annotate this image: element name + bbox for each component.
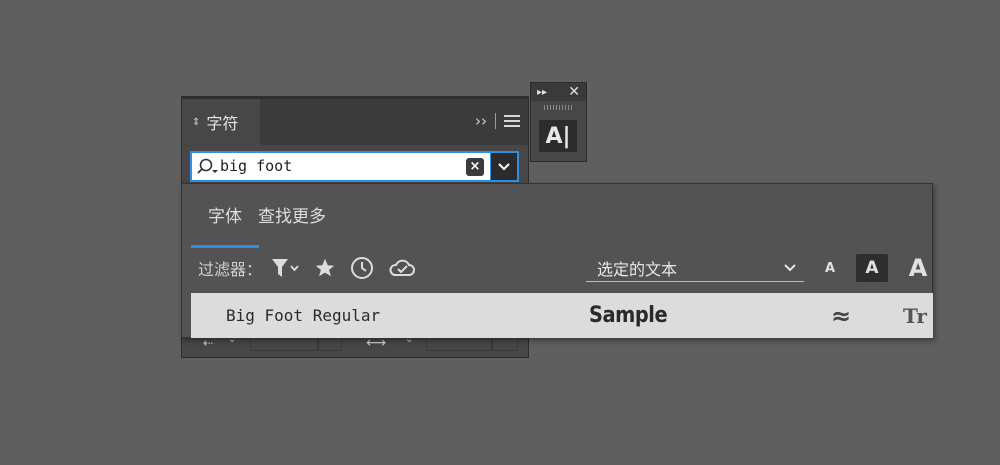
size-large-label: A [908, 254, 928, 282]
character-tool-button[interactable]: A| [539, 120, 577, 152]
similar-fonts-icon[interactable]: ≈ [831, 302, 851, 330]
filter-row: 过滤器： 选定的文本 A A A [198, 254, 927, 282]
tab-fonts[interactable]: 字体 [191, 202, 259, 248]
clock-icon[interactable] [350, 256, 374, 280]
kerning-field[interactable] [250, 338, 318, 351]
hidden-controls-row: ⇠ ⌄ ⟷ ⌄ [198, 334, 518, 352]
tab-find-more[interactable]: 查找更多 [258, 202, 342, 237]
tab-character[interactable]: ⇕ 字符 [182, 99, 260, 145]
kerning-arrow-icon: ⇠ [203, 336, 214, 350]
sample-size-medium-button[interactable]: A [856, 254, 888, 282]
panel-tab-bar: ⇕ 字符 ›› [182, 99, 528, 145]
sort-arrows-icon: ⇕ [192, 116, 201, 128]
chevron-down-icon [784, 263, 796, 271]
cloud-check-icon[interactable] [388, 257, 416, 279]
collapse-icon[interactable]: ▸▸ [537, 87, 547, 98]
chevron-down-icon [498, 162, 510, 170]
font-name: Big Foot Regular [226, 306, 381, 325]
tracking-dropdown[interactable] [492, 338, 518, 351]
kerning-dropdown[interactable] [318, 338, 342, 351]
divider [495, 113, 496, 129]
font-results-dropdown: 字体 查找更多 过滤器： 选定的文本 A A A Big Foot Regula… [181, 183, 933, 338]
search-icon[interactable] [192, 153, 220, 180]
drag-grip[interactable] [543, 105, 574, 110]
preview-select-value: 选定的文本 [597, 259, 678, 279]
sample-size-small-button[interactable]: A [820, 254, 840, 282]
font-search-box: × [190, 151, 492, 182]
clear-search-icon[interactable]: × [466, 157, 484, 176]
size-medium-label: A [865, 258, 879, 278]
tab-fonts-label: 字体 [208, 207, 242, 227]
collapsed-tool-panel: ▸▸ ✕ A| [530, 82, 587, 162]
tracking-field[interactable] [426, 338, 492, 351]
star-icon[interactable] [314, 257, 336, 279]
font-result-row[interactable]: Big Foot Regular Sample ≈ Tr [191, 293, 933, 338]
character-tool-label: A| [545, 123, 571, 149]
expand-panel-icon[interactable]: ›› [475, 112, 487, 130]
font-sample: Sample [589, 303, 668, 328]
search-dropdown-button[interactable] [491, 151, 519, 182]
tab-find-more-label: 查找更多 [258, 207, 326, 227]
panel-controls: ›› [475, 112, 520, 130]
size-small-label: A [824, 260, 836, 276]
filter-label: 过滤器： [198, 260, 263, 279]
close-icon[interactable]: ✕ [568, 84, 580, 100]
results-tabs: 字体 查找更多 [191, 202, 342, 248]
tab-character-label: 字符 [206, 114, 239, 133]
preview-text-select[interactable]: 选定的文本 [586, 254, 804, 282]
sample-size-large-button[interactable]: A [905, 254, 931, 282]
mini-panel-header: ▸▸ ✕ [531, 83, 586, 101]
search-input[interactable] [220, 152, 466, 181]
truetype-icon: Tr [903, 303, 927, 328]
panel-menu-icon[interactable] [504, 115, 520, 127]
funnel-icon[interactable] [270, 257, 300, 279]
